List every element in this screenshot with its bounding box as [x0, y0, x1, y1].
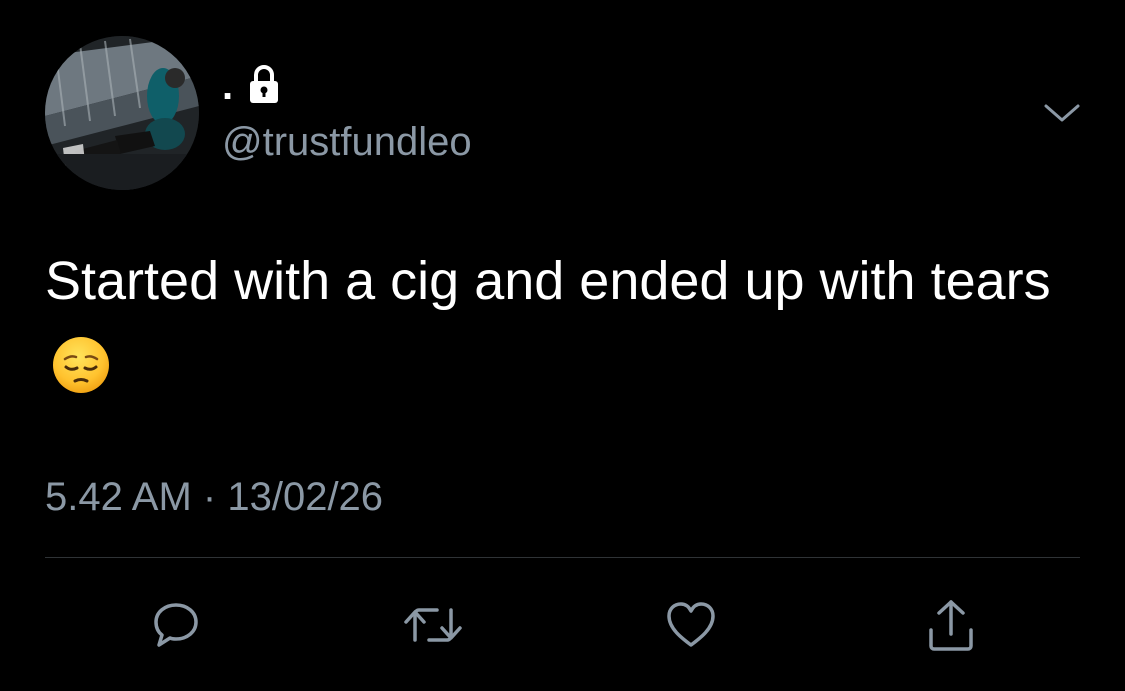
- lock-icon: [249, 64, 279, 104]
- tweet-detail: . @trustfundleo Started with a cig and e…: [0, 0, 1125, 691]
- tweet-time[interactable]: 5.42 AM: [45, 475, 192, 519]
- tweet-date[interactable]: 13/02/26: [227, 475, 383, 519]
- retweet-button[interactable]: [398, 590, 468, 660]
- tweet-text: Started with a cig and ended up with tea…: [45, 238, 1080, 410]
- tweet-text-content: Started with a cig and ended up with tea…: [45, 251, 1051, 311]
- divider: [45, 557, 1080, 558]
- heart-icon: [663, 599, 719, 651]
- like-button[interactable]: [656, 590, 726, 660]
- share-button[interactable]: [916, 590, 986, 660]
- action-bar: [0, 590, 1125, 660]
- avatar[interactable]: [45, 36, 199, 190]
- tweet-timestamp: 5.42 AM · 13/02/26: [45, 472, 383, 522]
- pensive-face-emoji: [51, 334, 111, 394]
- avatar-image: [45, 36, 199, 190]
- chevron-down-icon[interactable]: [1040, 98, 1084, 128]
- reply-button[interactable]: [141, 590, 211, 660]
- retweet-icon: [401, 598, 465, 652]
- user-handle[interactable]: @trustfundleo: [222, 118, 472, 166]
- timestamp-separator: ·: [202, 475, 217, 519]
- name-row: .: [222, 62, 279, 106]
- reply-icon: [149, 598, 203, 652]
- display-name[interactable]: .: [222, 66, 233, 106]
- share-icon: [923, 596, 979, 654]
